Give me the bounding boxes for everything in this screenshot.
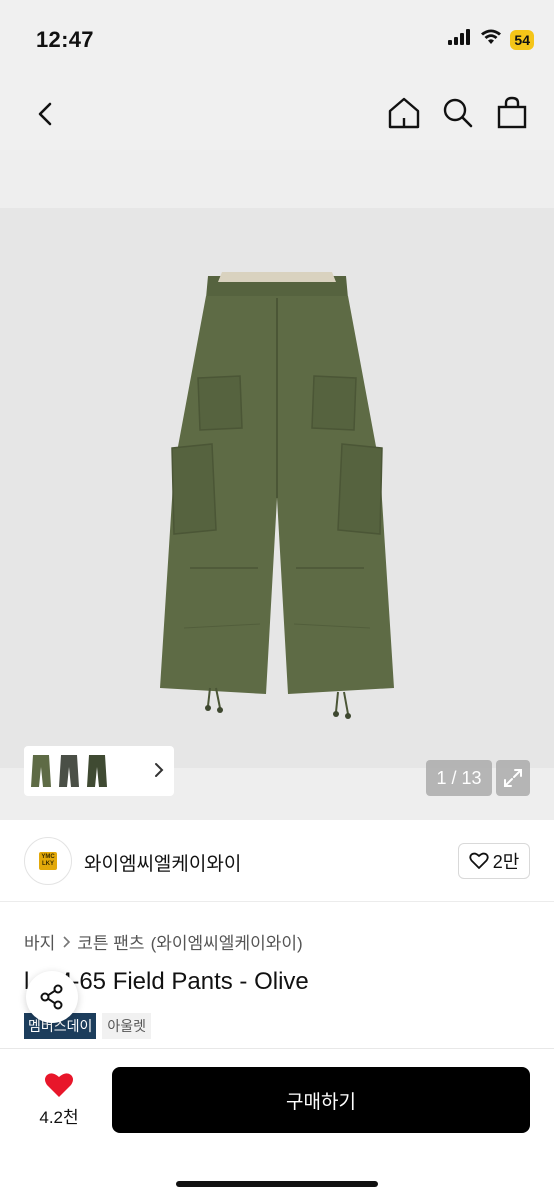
shopping-bag-icon: [497, 96, 527, 129]
outlet-tag: 아울렛: [102, 1013, 152, 1039]
heart-outline-icon: [469, 852, 489, 869]
image-counter: 1 / 13: [426, 760, 492, 796]
product-gallery[interactable]: 1 / 13: [0, 150, 554, 820]
favorite-count: 4.2천: [39, 1108, 79, 1127]
thumbnail-2[interactable]: [58, 753, 80, 789]
expand-icon: [504, 769, 522, 787]
thumbnail-1[interactable]: [30, 753, 52, 789]
battery-icon: 54: [510, 29, 534, 50]
brand-like-button[interactable]: 2만: [458, 843, 530, 879]
chevron-left-icon: [38, 102, 52, 126]
wifi-icon: [480, 29, 502, 50]
brand-like-count: 2만: [492, 852, 520, 872]
breadcrumb-subcategory[interactable]: 코튼 팬츠: [77, 929, 144, 954]
thumbnail-3[interactable]: [86, 753, 108, 789]
product-image[interactable]: [0, 208, 554, 768]
share-button[interactable]: [26, 971, 78, 1023]
home-indicator[interactable]: [176, 1181, 378, 1187]
home-icon: [388, 97, 420, 129]
favorite-button[interactable]: 4.2천: [28, 1071, 90, 1128]
signal-icon: [448, 29, 472, 50]
nav-bar: [0, 80, 554, 150]
brand-name[interactable]: 와이엠씨엘케이와이: [84, 849, 241, 876]
chevron-right-icon: [63, 935, 71, 948]
brand-logo-mark: YMC LKY: [39, 852, 57, 870]
heart-filled-icon: [45, 1073, 73, 1097]
search-button[interactable]: [440, 94, 476, 132]
brand-row[interactable]: YMC LKY 와이엠씨엘케이와이 2만: [0, 820, 554, 902]
cart-button[interactable]: [494, 94, 530, 132]
pants-illustration: [160, 272, 394, 719]
status-time: 12:47: [36, 27, 94, 52]
search-icon: [443, 98, 473, 128]
expand-button[interactable]: [496, 760, 530, 796]
chevron-right-icon[interactable]: [152, 760, 166, 780]
breadcrumb: 바지 코튼 팬츠 (와이엠씨엘케이와이): [24, 929, 303, 954]
status-bar: 12:47 54: [0, 0, 554, 80]
breadcrumb-category[interactable]: 바지: [24, 929, 55, 954]
share-icon: [40, 984, 63, 1010]
status-icons: 54: [448, 29, 534, 50]
thumbnail-strip[interactable]: [24, 746, 174, 796]
breadcrumb-brand[interactable]: (와이엠씨엘케이와이): [151, 929, 303, 954]
home-button[interactable]: [386, 94, 422, 132]
bottom-action-bar: 4.2천 구매하기: [0, 1048, 554, 1200]
product-title-text: M-65 Field Pants - Olive: [51, 968, 309, 995]
back-button[interactable]: [28, 96, 64, 132]
brand-logo[interactable]: YMC LKY: [24, 837, 72, 885]
buy-button[interactable]: 구매하기: [112, 1067, 530, 1133]
